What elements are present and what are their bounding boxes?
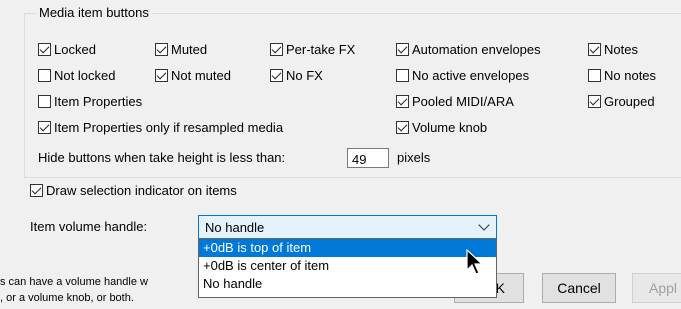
item-volume-handle-label: Item volume handle: <box>30 219 148 234</box>
checkbox-box <box>588 42 601 56</box>
checkbox-box <box>396 120 409 134</box>
hide-buttons-label: Hide buttons when take height is less th… <box>38 150 286 165</box>
checkbox-box <box>30 183 43 197</box>
volume-handle-dropdown-list: +0dB is top of item +0dB is center of it… <box>198 238 497 298</box>
chevron-down-icon <box>478 219 490 231</box>
checkbox-box <box>155 42 168 56</box>
item-properties-resampled-checkbox[interactable]: Item Properties only if resampled media <box>38 118 283 136</box>
hide-height-input[interactable] <box>347 148 389 168</box>
checkbox-box <box>396 94 409 108</box>
selected-value: No handle <box>205 219 265 235</box>
checkbox-box <box>270 68 283 82</box>
pooled-midi-ara-checkbox[interactable]: Pooled MIDI/ARA <box>396 92 514 110</box>
item-volume-handle-select[interactable]: No handle <box>198 215 497 239</box>
checkbox-box <box>38 42 51 56</box>
cancel-button[interactable]: Cancel <box>542 273 616 303</box>
checkbox-box <box>270 42 283 56</box>
no-fx-checkbox[interactable]: No FX <box>270 66 323 84</box>
locked-checkbox[interactable]: Locked <box>38 40 96 58</box>
checkbox-box <box>588 94 601 108</box>
muted-checkbox[interactable]: Muted <box>155 40 207 58</box>
not-locked-checkbox[interactable]: Not locked <box>38 66 115 84</box>
help-text-line-1: s can have a volume handle w <box>0 276 148 288</box>
grouped-checkbox[interactable]: Grouped <box>588 92 655 110</box>
option-top-of-item[interactable]: +0dB is top of item <box>199 239 496 257</box>
checkbox-box <box>588 68 601 82</box>
apply-button[interactable]: Appl <box>632 273 681 303</box>
no-active-envelopes-checkbox[interactable]: No active envelopes <box>396 66 529 84</box>
checkbox-box <box>396 68 409 82</box>
draw-selection-indicator-checkbox[interactable]: Draw selection indicator on items <box>30 181 237 199</box>
not-muted-checkbox[interactable]: Not muted <box>155 66 231 84</box>
checkbox-box <box>38 68 51 82</box>
volume-knob-checkbox[interactable]: Volume knob <box>396 118 487 136</box>
automation-envelopes-checkbox[interactable]: Automation envelopes <box>396 40 541 58</box>
checkbox-box <box>155 68 168 82</box>
group-title: Media item buttons <box>36 5 152 21</box>
checkbox-box <box>38 120 51 134</box>
checkbox-box <box>396 42 409 56</box>
pixels-unit-label: pixels <box>397 150 431 165</box>
help-text-line-2: , or a volume knob, or both. <box>0 292 134 304</box>
option-center-of-item[interactable]: +0dB is center of item <box>199 257 496 275</box>
item-properties-checkbox[interactable]: Item Properties <box>38 92 142 110</box>
notes-checkbox[interactable]: Notes <box>588 40 638 58</box>
per-take-fx-checkbox[interactable]: Per-take FX <box>270 40 355 58</box>
no-notes-checkbox[interactable]: No notes <box>588 66 656 84</box>
checkbox-box <box>38 94 51 108</box>
mouse-cursor-icon <box>466 249 484 275</box>
option-no-handle[interactable]: No handle <box>199 275 496 293</box>
